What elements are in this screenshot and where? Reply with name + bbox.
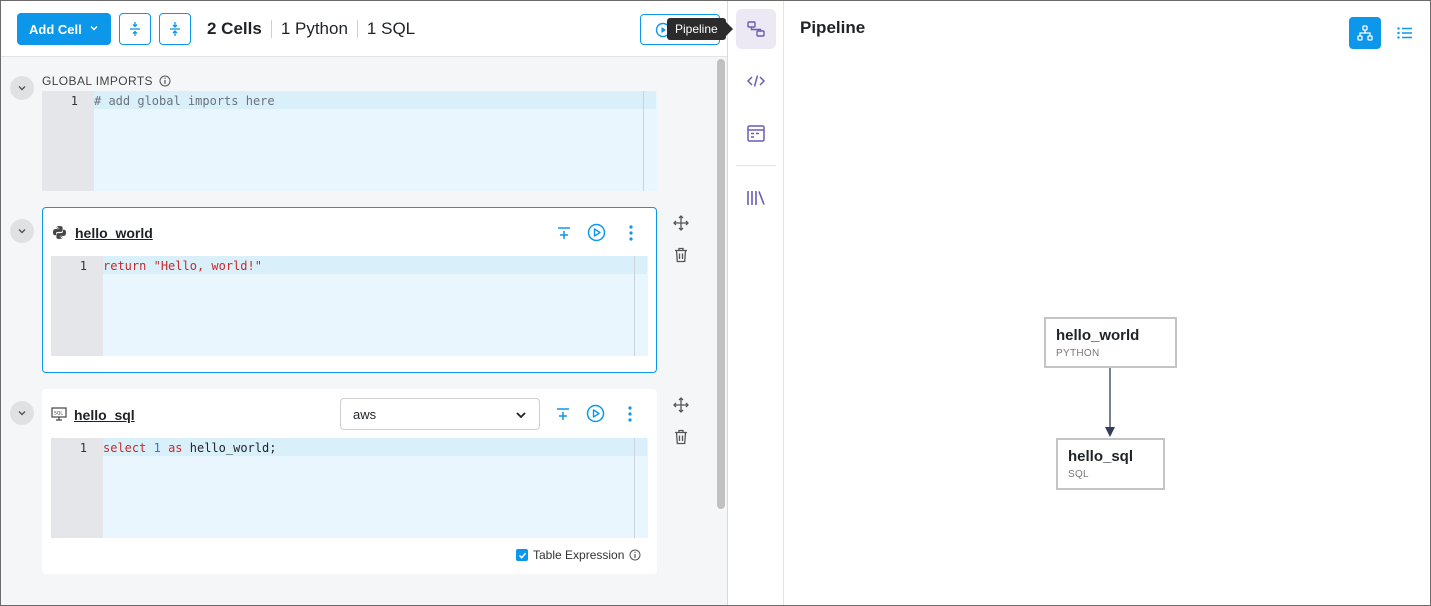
list-icon — [1397, 27, 1412, 39]
pipeline-edge — [1105, 367, 1115, 437]
code-line: # add global imports here — [94, 91, 656, 109]
list-view-button[interactable] — [1393, 21, 1417, 45]
code-line: select 1 as hello_world; — [103, 438, 647, 456]
node-type: PYTHON — [1056, 348, 1100, 359]
divider — [736, 165, 776, 166]
cell-name[interactable]: hello_world — [75, 225, 153, 241]
run-cell-icon[interactable] — [586, 404, 605, 423]
table-expression-checkbox[interactable] — [516, 549, 528, 561]
graph-icon — [1357, 25, 1373, 41]
code-number: 1 — [153, 441, 161, 455]
cells-count: 2 Cells — [207, 19, 262, 38]
code-line: return "Hello, world!" — [103, 256, 647, 274]
code-view-button[interactable] — [736, 61, 776, 101]
cell-code-editor[interactable]: 1 return "Hello, world!" — [51, 256, 648, 356]
node-type: SQL — [1068, 469, 1089, 480]
chevron-down-icon — [516, 412, 526, 419]
side-rail — [729, 1, 784, 605]
toolbar: Add Cell 2 Cells 1 Python 1 SQL — [1, 1, 727, 57]
scrollbar[interactable] — [717, 59, 725, 509]
pipeline-tooltip: Pipeline — [667, 18, 733, 40]
checkmark-icon — [518, 552, 526, 559]
code-icon — [747, 75, 765, 87]
pipeline-node-hello-sql[interactable]: hello_sql SQL — [1056, 438, 1165, 490]
svg-text:SQL: SQL — [54, 411, 63, 417]
node-name: hello_world — [1056, 327, 1140, 344]
library-icon — [747, 191, 765, 205]
info-icon[interactable] — [159, 75, 171, 87]
sql-cell[interactable]: SQL hello_sql aws 1 select 1 as hello_wo… — [42, 389, 657, 574]
connection-select[interactable]: aws — [340, 398, 540, 430]
info-icon[interactable] — [629, 549, 641, 561]
page-title: Pipeline — [800, 18, 866, 37]
pipeline-icon — [747, 21, 765, 37]
schedule-view-button[interactable] — [736, 113, 776, 153]
code-identifier: hello_world; — [189, 441, 277, 455]
expand-all-button[interactable] — [159, 13, 191, 45]
notebook-pane: Add Cell 2 Cells 1 Python 1 SQL Pipeline… — [1, 1, 733, 605]
cell-name[interactable]: hello_sql — [74, 407, 135, 423]
line-number: 1 — [42, 91, 94, 191]
trash-icon[interactable] — [674, 429, 688, 445]
code-keyword: select — [103, 441, 147, 455]
chevron-down-icon — [18, 229, 26, 234]
editor-ruler — [634, 256, 635, 356]
connection-value: aws — [353, 406, 377, 422]
line-number: 1 — [51, 438, 103, 538]
code-keyword: as — [168, 441, 183, 455]
chevron-down-icon — [18, 411, 26, 416]
collapse-all-button[interactable] — [119, 13, 151, 45]
run-cell-icon[interactable] — [587, 223, 606, 242]
app-window: Add Cell 2 Cells 1 Python 1 SQL Pipeline… — [0, 0, 1431, 606]
pipeline-node-hello-world[interactable]: hello_world PYTHON — [1044, 317, 1177, 368]
sql-count: 1 SQL — [366, 19, 416, 38]
add-cell-below-icon[interactable] — [555, 406, 571, 422]
more-options-icon[interactable] — [625, 224, 637, 242]
code-string: "Hello, world!" — [153, 259, 262, 273]
python-count: 1 Python — [280, 19, 348, 38]
global-imports-heading: GLOBAL IMPORTS — [42, 74, 171, 88]
chevron-down-icon — [90, 26, 98, 31]
expand-icon — [170, 22, 180, 36]
pipeline-view-button[interactable] — [736, 9, 776, 49]
graph-view-button[interactable] — [1349, 17, 1381, 49]
collapse-cell-toggle[interactable] — [10, 219, 34, 243]
sql-database-icon: SQL — [51, 407, 67, 421]
collapse-cell-toggle[interactable] — [10, 401, 34, 425]
pipeline-panel: Pipeline hello_world PYTHON hello_sql SQ… — [785, 1, 1430, 605]
more-options-icon[interactable] — [624, 405, 636, 423]
cell-counts: 2 Cells 1 Python 1 SQL — [207, 19, 415, 39]
editor-ruler — [634, 438, 635, 538]
chevron-down-icon — [18, 86, 26, 91]
global-imports-label: GLOBAL IMPORTS — [42, 74, 153, 88]
library-view-button[interactable] — [736, 178, 776, 218]
add-cell-label: Add Cell — [29, 21, 82, 37]
editor-ruler — [643, 91, 644, 191]
node-name: hello_sql — [1068, 448, 1134, 465]
divider — [356, 20, 358, 38]
collapse-icon — [130, 22, 140, 36]
calendar-icon — [747, 125, 765, 142]
trash-icon[interactable] — [674, 247, 688, 263]
table-expression-label: Table Expression — [533, 548, 625, 562]
code-keyword: return — [103, 259, 147, 273]
line-number: 1 — [51, 256, 103, 356]
divider — [270, 20, 272, 38]
drag-handle-icon[interactable] — [673, 397, 689, 413]
global-imports-editor[interactable]: 1 # add global imports here — [42, 91, 657, 191]
table-expression-option[interactable]: Table Expression — [516, 548, 641, 562]
python-cell[interactable]: hello_world 1 return "Hello, world!" — [42, 207, 657, 373]
python-icon — [53, 226, 66, 239]
drag-handle-icon[interactable] — [673, 215, 689, 231]
add-cell-below-icon[interactable] — [556, 225, 572, 241]
cell-code-editor[interactable]: 1 select 1 as hello_world; — [51, 438, 648, 538]
add-cell-button[interactable]: Add Cell — [17, 13, 111, 45]
collapse-global-imports-toggle[interactable] — [10, 76, 34, 100]
code-comment: # add global imports here — [94, 94, 275, 108]
